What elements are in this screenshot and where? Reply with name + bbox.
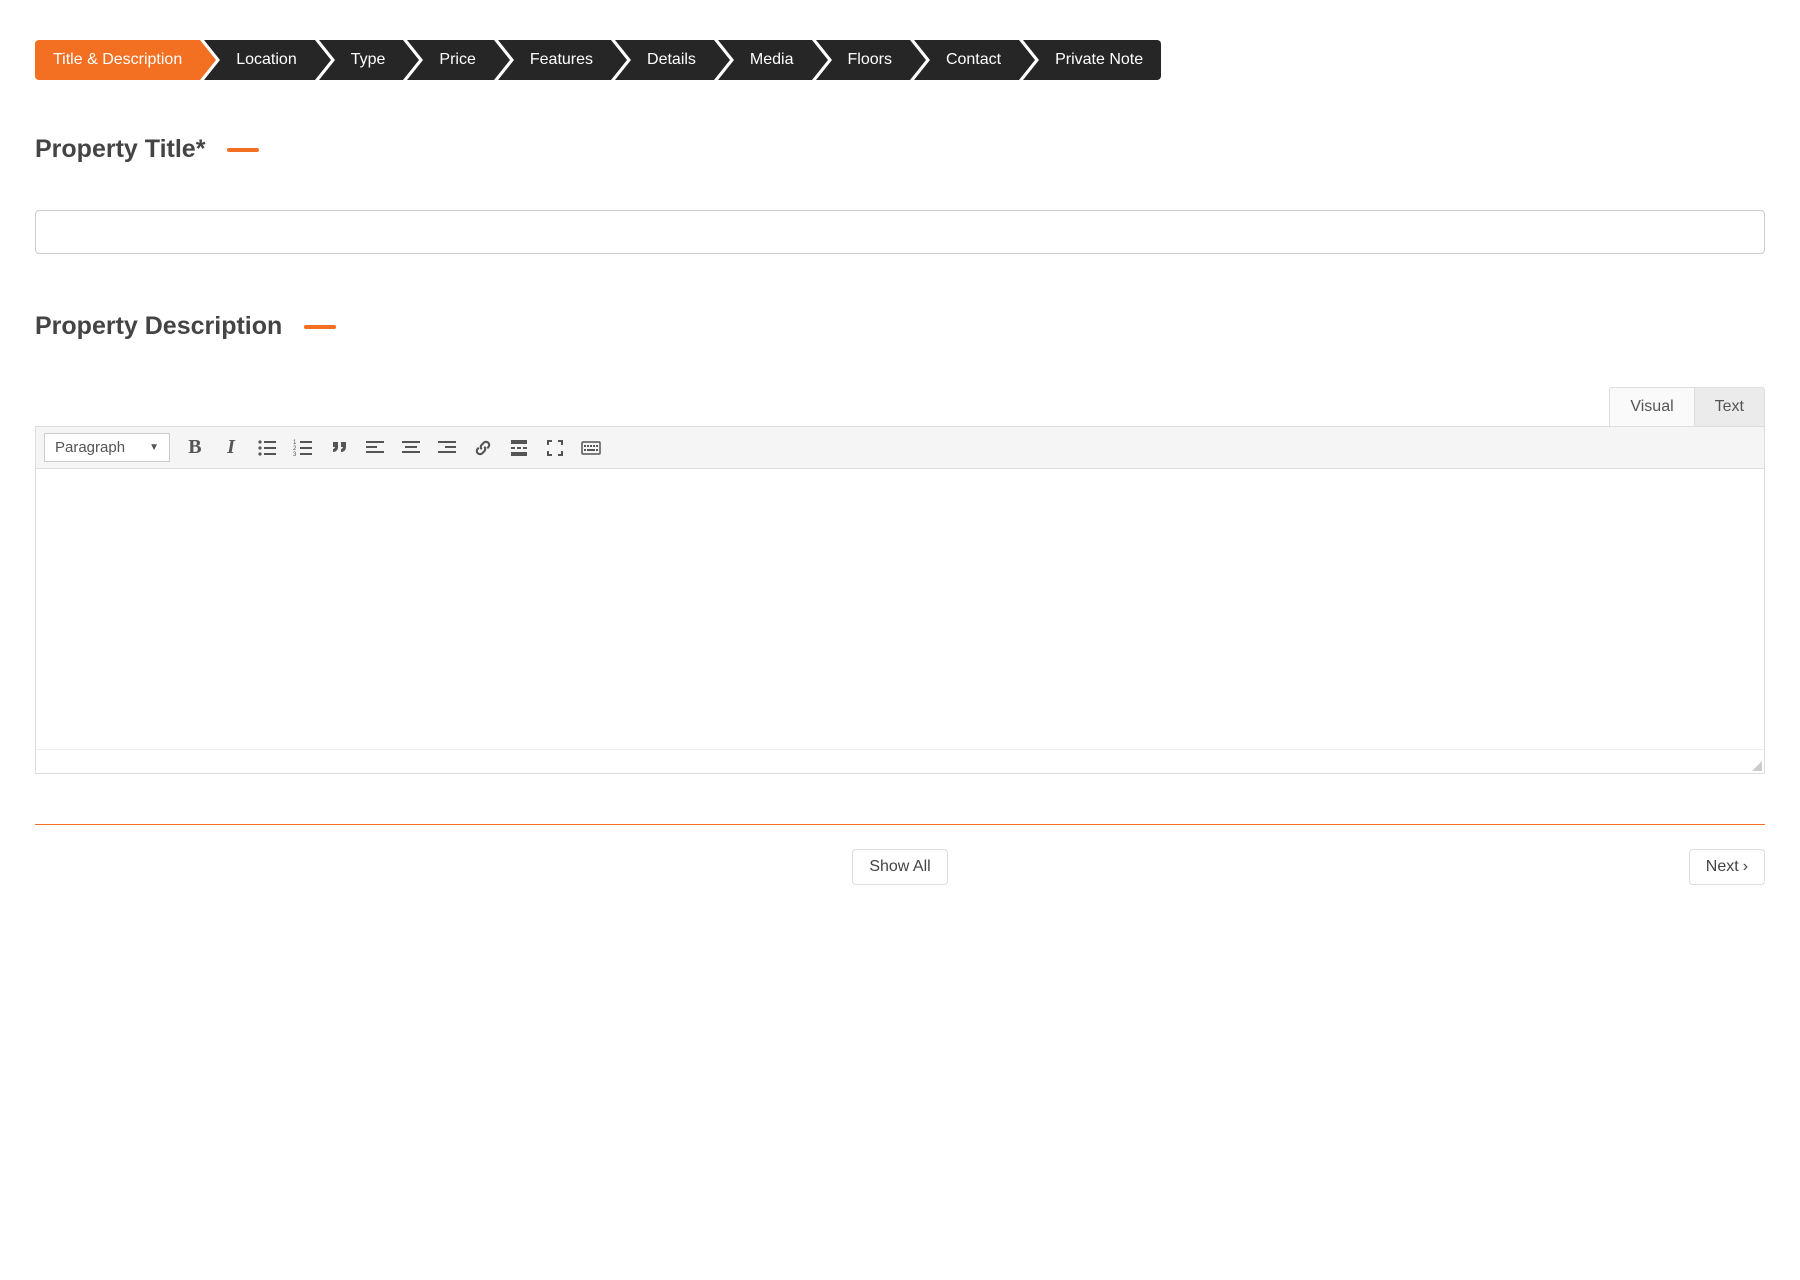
chevron-right-icon: › (1743, 858, 1748, 876)
link-icon (473, 438, 493, 458)
next-button[interactable]: Next › (1689, 849, 1765, 885)
bold-button[interactable]: B (184, 437, 206, 459)
keyboard-icon (581, 438, 601, 458)
align-center-button[interactable] (400, 437, 422, 459)
blockquote-button[interactable] (328, 437, 350, 459)
bullet-list-icon (257, 438, 277, 458)
rich-text-editor: Paragraph ▼ B I 123 (35, 426, 1765, 774)
editor-mode-tabs: Visual Text (35, 387, 1765, 426)
step-floors[interactable]: Floors (816, 40, 910, 80)
step-type[interactable]: Type (319, 40, 404, 80)
editor-tab-visual[interactable]: Visual (1609, 387, 1694, 426)
footer-actions: Show All Next › (35, 849, 1765, 885)
resize-handle[interactable] (1750, 759, 1762, 771)
property-title-input[interactable] (35, 210, 1765, 254)
format-selector[interactable]: Paragraph ▼ (44, 433, 170, 462)
step-title-description[interactable]: Title & Description (35, 40, 200, 80)
numbered-list-button[interactable]: 123 (292, 437, 314, 459)
fullscreen-button[interactable] (544, 437, 566, 459)
property-title-heading: Property Title* (35, 135, 1765, 164)
section-divider (35, 824, 1765, 825)
link-button[interactable] (472, 437, 494, 459)
align-right-button[interactable] (436, 437, 458, 459)
editor-content-area[interactable] (36, 469, 1764, 749)
property-description-heading: Property Description (35, 312, 1765, 341)
italic-button[interactable]: I (220, 437, 242, 459)
fullscreen-icon (545, 438, 565, 458)
bullet-list-button[interactable] (256, 437, 278, 459)
italic-icon: I (227, 436, 235, 459)
quote-icon (329, 438, 349, 458)
align-center-icon (401, 438, 421, 458)
step-media[interactable]: Media (718, 40, 812, 80)
align-left-button[interactable] (364, 437, 386, 459)
read-more-button[interactable] (508, 437, 530, 459)
align-left-icon (365, 438, 385, 458)
align-right-icon (437, 438, 457, 458)
editor-tab-text[interactable]: Text (1694, 387, 1765, 426)
chevron-down-icon: ▼ (149, 442, 159, 453)
toolbar-toggle-button[interactable] (580, 437, 602, 459)
numbered-list-icon: 123 (293, 438, 313, 458)
step-details[interactable]: Details (615, 40, 714, 80)
editor-toolbar: Paragraph ▼ B I 123 (36, 427, 1764, 469)
step-contact[interactable]: Contact (914, 40, 1019, 80)
bold-icon: B (188, 436, 201, 459)
step-private-note[interactable]: Private Note (1023, 40, 1161, 80)
wizard-steps: Title & Description Location Type Price … (35, 40, 1765, 80)
show-all-button[interactable]: Show All (852, 849, 947, 885)
svg-text:3: 3 (293, 452, 297, 458)
editor-status-bar (36, 749, 1764, 773)
step-location[interactable]: Location (204, 40, 315, 80)
read-more-icon (509, 438, 529, 458)
step-price[interactable]: Price (407, 40, 493, 80)
step-features[interactable]: Features (498, 40, 611, 80)
